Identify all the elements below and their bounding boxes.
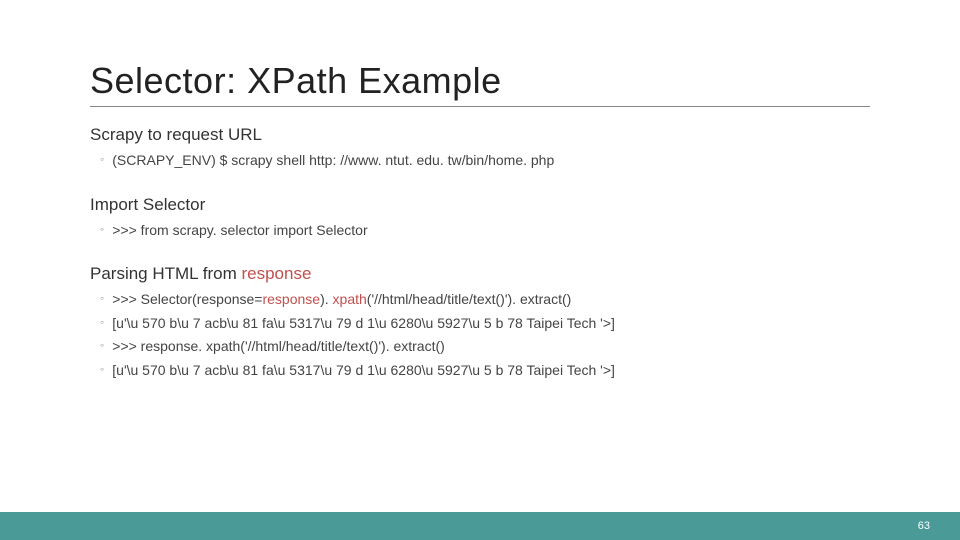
bullet-icon: ◦ (100, 221, 104, 238)
section-scrapy-request: Scrapy to request URL ◦ (SCRAPY_ENV) $ s… (90, 125, 870, 171)
section-heading: Import Selector (90, 195, 870, 215)
page-number: 63 (918, 520, 930, 532)
slide-title: Selector: XPath Example (90, 60, 870, 102)
bullet-icon: ◦ (100, 290, 104, 307)
bullet-text: >>> from scrapy. selector import Selecto… (112, 221, 367, 241)
bullet-icon: ◦ (100, 151, 104, 168)
bullet-text: [u'\u 570 b\u 7 acb\u 81 fa\u 5317\u 79 … (112, 314, 615, 334)
bullet-text: [u'\u 570 b\u 7 acb\u 81 fa\u 5317\u 79 … (112, 361, 615, 381)
title-divider (90, 106, 870, 107)
bullet-item: ◦ [u'\u 570 b\u 7 acb\u 81 fa\u 5317\u 7… (100, 361, 870, 381)
footer-bar: 63 (0, 512, 960, 540)
bullet-icon: ◦ (100, 361, 104, 378)
section-import-selector: Import Selector ◦ >>> from scrapy. selec… (90, 195, 870, 241)
bullet-item: ◦ >>> from scrapy. selector import Selec… (100, 221, 870, 241)
bullet-text: >>> Selector(response=response). xpath('… (112, 290, 571, 310)
bullet-item: ◦ >>> Selector(response=response). xpath… (100, 290, 870, 310)
bullet-item: ◦ >>> response. xpath('//html/head/title… (100, 337, 870, 357)
bullet-item: ◦ [u'\u 570 b\u 7 acb\u 81 fa\u 5317\u 7… (100, 314, 870, 334)
bullet-icon: ◦ (100, 337, 104, 354)
bullet-item: ◦ (SCRAPY_ENV) $ scrapy shell http: //ww… (100, 151, 870, 171)
section-heading: Parsing HTML from response (90, 264, 870, 284)
bullet-text: (SCRAPY_ENV) $ scrapy shell http: //www.… (112, 151, 554, 171)
bullet-icon: ◦ (100, 314, 104, 331)
section-heading: Scrapy to request URL (90, 125, 870, 145)
bullet-text: >>> response. xpath('//html/head/title/t… (112, 337, 445, 357)
section-parsing-html: Parsing HTML from response ◦ >>> Selecto… (90, 264, 870, 380)
